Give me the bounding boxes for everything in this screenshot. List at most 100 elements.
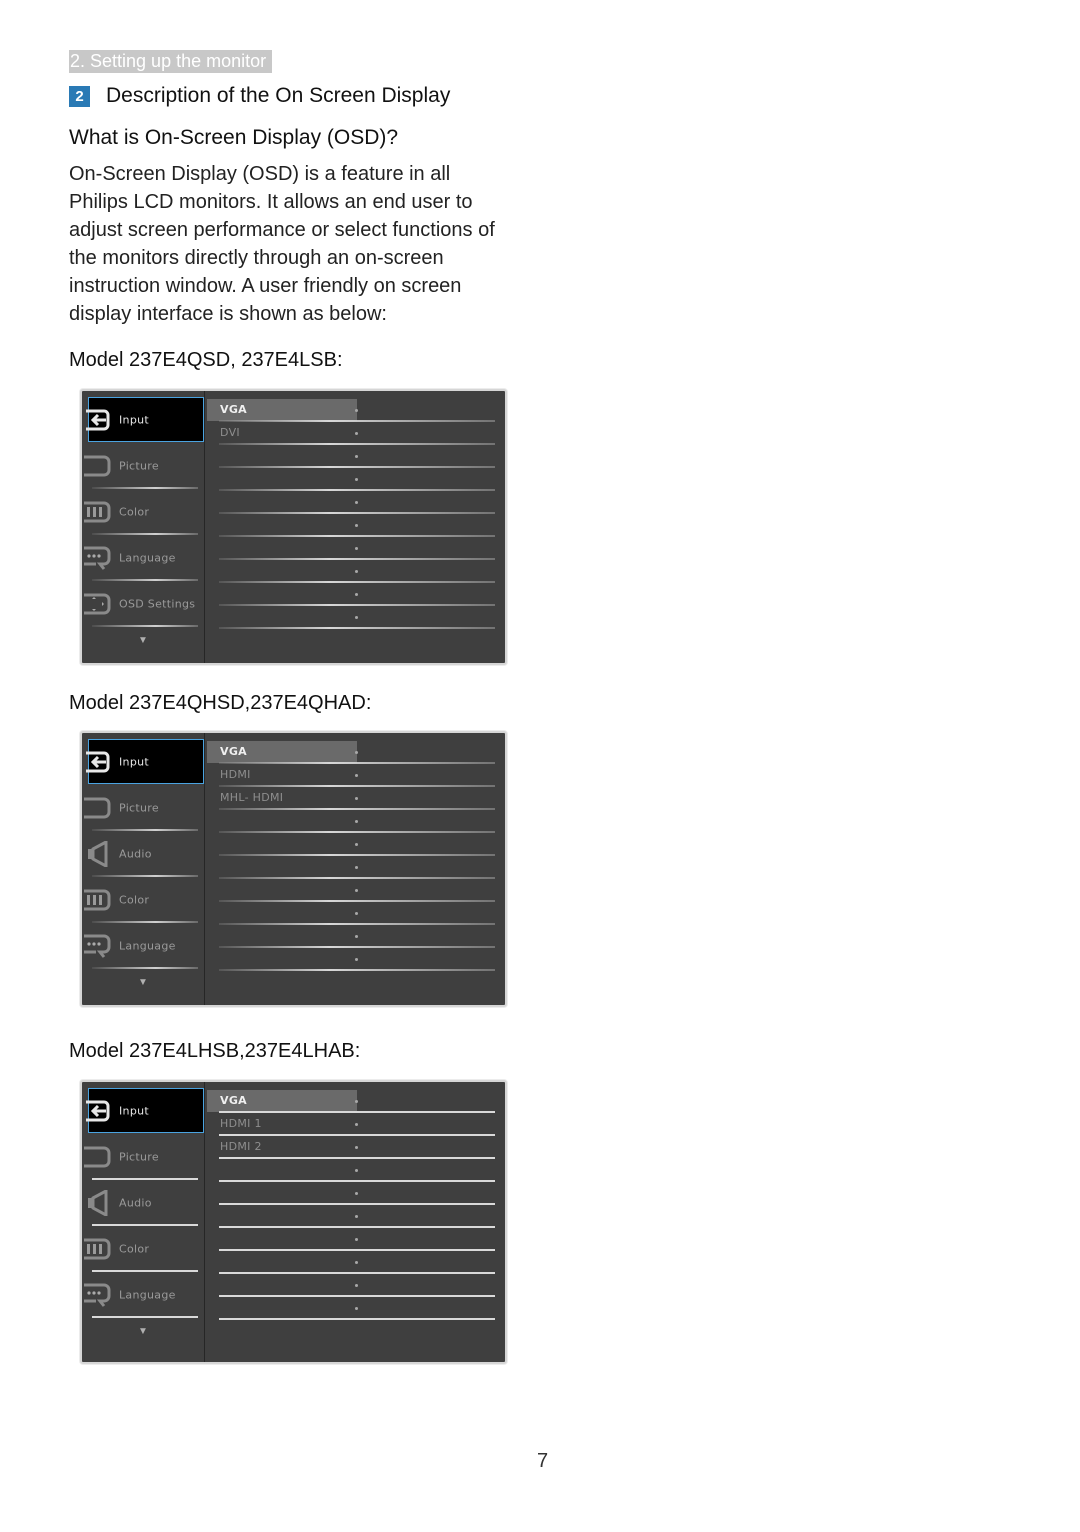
osd-menu-item-picture[interactable]: Picture: [82, 1134, 204, 1180]
scroll-down-arrow-icon[interactable]: ▼: [82, 1326, 204, 1337]
osd-menu-item-label: Audio: [119, 847, 152, 861]
osd-menu-item-label: Picture: [119, 1150, 159, 1164]
osd-option-row: [205, 583, 505, 606]
osd-option-row[interactable]: VGA: [205, 399, 505, 422]
option-dot-icon: [355, 432, 358, 435]
osd-option-label: HDMI 2: [220, 1140, 262, 1153]
option-dot-icon: [355, 912, 358, 915]
osd-option-label: HDMI: [220, 768, 251, 781]
osd-option-row: [205, 514, 505, 537]
model-label: Model 237E4QHSD,237E4QHAD:: [69, 692, 372, 714]
osd-menu: Input Picture Audio Color Language ▼: [82, 1082, 204, 1362]
osd-option-row[interactable]: VGA: [205, 1090, 505, 1113]
osd-menu: Input Picture Color Language OSD Settings ▼: [82, 391, 204, 663]
osd-option-row: [205, 925, 505, 948]
language-icon: [84, 1282, 112, 1308]
model-label: Model 237E4LHSB,237E4LHAB:: [69, 1040, 361, 1062]
language-icon: [84, 933, 112, 959]
page-number: 7: [537, 1450, 549, 1472]
osd-menu-item-color[interactable]: Color: [82, 877, 204, 923]
osd-menu-item-color[interactable]: Color: [82, 1226, 204, 1272]
option-dot-icon: [355, 1284, 358, 1287]
osd-options-list: VGA DVI: [205, 391, 505, 663]
osd-menu-item-label: Language: [119, 551, 176, 565]
osd-option-row: [205, 1297, 505, 1320]
osd-option-row: [205, 1274, 505, 1297]
osd-settings-icon: [84, 591, 112, 617]
option-dot-icon: [355, 751, 358, 754]
row-separator: [219, 1318, 495, 1320]
osd-option-row: [205, 537, 505, 560]
osd-option-row[interactable]: HDMI 1: [205, 1113, 505, 1136]
option-dot-icon: [355, 1261, 358, 1264]
osd-menu: Input Picture Audio Color Language ▼: [82, 733, 204, 1005]
option-dot-icon: [355, 524, 358, 527]
osd-option-row[interactable]: HDMI: [205, 764, 505, 787]
scroll-down-arrow-icon[interactable]: ▼: [82, 977, 204, 988]
menu-separator: [92, 625, 198, 627]
row-separator: [219, 627, 495, 629]
osd-option-row[interactable]: HDMI 2: [205, 1136, 505, 1159]
osd-menu-item-label: Language: [119, 1288, 176, 1302]
osd-menu-item-osd-settings[interactable]: OSD Settings: [82, 581, 204, 627]
menu-separator: [92, 1316, 198, 1318]
osd-option-row: [205, 491, 505, 514]
osd-option-row[interactable]: VGA: [205, 741, 505, 764]
option-dot-icon: [355, 501, 358, 504]
option-dot-icon: [355, 935, 358, 938]
color-icon: [84, 499, 112, 525]
osd-option-row: [205, 833, 505, 856]
model-label: Model 237E4QSD, 237E4LSB:: [69, 349, 343, 371]
osd-menu-item-picture[interactable]: Picture: [82, 443, 204, 489]
osd-menu-item-input[interactable]: Input: [86, 739, 204, 784]
osd-option-label: MHL- HDMI: [220, 791, 284, 804]
osd-menu-item-language[interactable]: Language: [82, 535, 204, 581]
osd-option-row: [205, 606, 505, 629]
osd-option-row: [205, 560, 505, 583]
option-dot-icon: [355, 478, 358, 481]
osd-option-row: [205, 879, 505, 902]
input-icon: [84, 1098, 112, 1124]
osd-screenshot: Input Picture Audio Color Language ▼ VGA HDMI MH…: [80, 731, 507, 1007]
osd-menu-item-audio[interactable]: Audio: [82, 831, 204, 877]
picture-icon: [84, 795, 112, 821]
osd-option-row[interactable]: MHL- HDMI: [205, 787, 505, 810]
osd-menu-item-picture[interactable]: Picture: [82, 785, 204, 831]
color-icon: [84, 1236, 112, 1262]
osd-menu-item-label: Color: [119, 1242, 150, 1256]
osd-menu-item-label: Audio: [119, 1196, 152, 1210]
option-dot-icon: [355, 1169, 358, 1172]
option-dot-icon: [355, 1100, 358, 1103]
osd-option-row: [205, 1159, 505, 1182]
osd-menu-item-label: Picture: [119, 459, 159, 473]
input-icon: [84, 407, 112, 433]
scroll-down-arrow-icon[interactable]: ▼: [82, 635, 204, 646]
osd-option-row: [205, 948, 505, 971]
osd-menu-item-label: OSD Settings: [119, 597, 196, 611]
option-dot-icon: [355, 593, 358, 596]
osd-option-label: DVI: [220, 426, 240, 439]
option-dot-icon: [355, 820, 358, 823]
option-dot-icon: [355, 1123, 358, 1126]
osd-option-row[interactable]: DVI: [205, 422, 505, 445]
osd-menu-item-input[interactable]: Input: [86, 397, 204, 442]
option-dot-icon: [355, 866, 358, 869]
osd-option-row: [205, 902, 505, 925]
option-dot-icon: [355, 547, 358, 550]
osd-menu-item-color[interactable]: Color: [82, 489, 204, 535]
osd-option-row: [205, 810, 505, 833]
osd-option-row: [205, 468, 505, 491]
osd-menu-item-language[interactable]: Language: [82, 1272, 204, 1318]
osd-menu-item-audio[interactable]: Audio: [82, 1180, 204, 1226]
osd-menu-item-label: Color: [119, 505, 150, 519]
picture-icon: [84, 1144, 112, 1170]
osd-menu-item-label: Picture: [119, 801, 159, 815]
option-dot-icon: [355, 570, 358, 573]
osd-menu-item-language[interactable]: Language: [82, 923, 204, 969]
osd-menu-item-input[interactable]: Input: [86, 1088, 204, 1133]
subheading: What is On-Screen Display (OSD)?: [69, 126, 399, 149]
language-icon: [84, 545, 112, 571]
section-title: Description of the On Screen Display: [106, 84, 451, 107]
audio-icon: [84, 839, 112, 869]
osd-option-label: VGA: [220, 745, 247, 758]
